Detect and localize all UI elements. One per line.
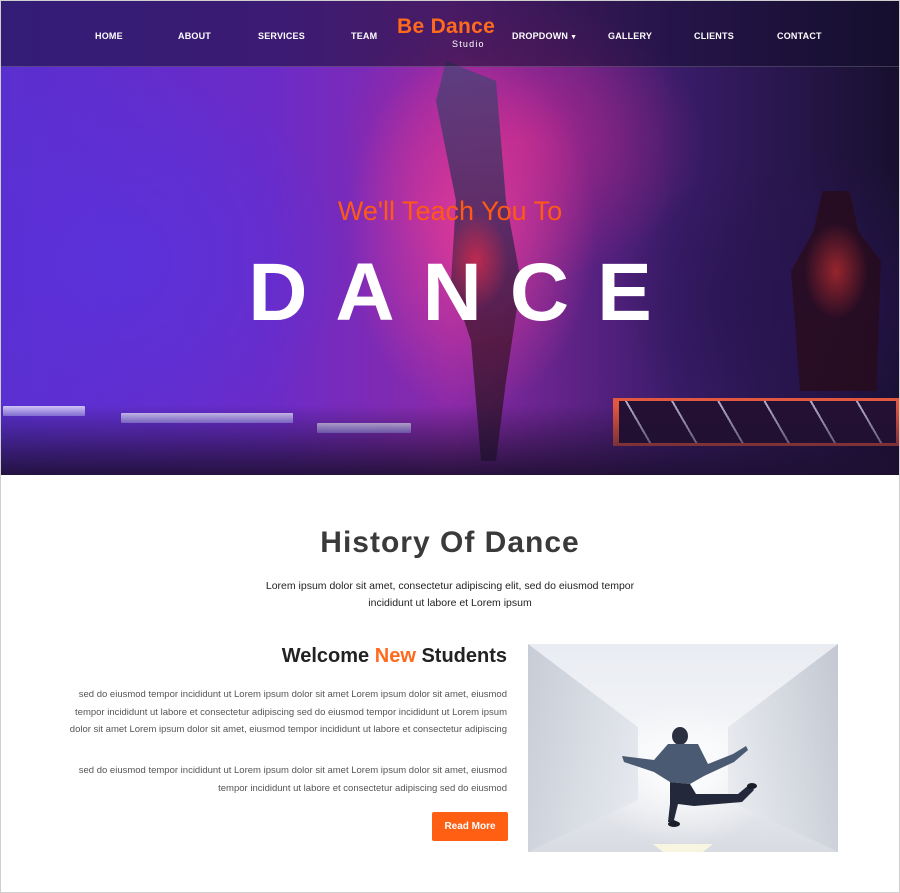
- hero-headline: DANCE: [248, 247, 680, 338]
- nav-home[interactable]: HOME: [95, 31, 123, 41]
- nav-contact[interactable]: CONTACT: [777, 31, 822, 41]
- nav-team[interactable]: TEAM: [351, 31, 377, 41]
- main-navbar: HOME ABOUT SERVICES TEAM Be Dance Studio…: [1, 1, 899, 67]
- nav-dropdown-label: DROPDOWN: [512, 31, 569, 41]
- hero-tagline: We'll Teach You To: [337, 196, 563, 226]
- welcome-paragraph: sed do eiusmod tempor incididunt ut Lore…: [69, 689, 507, 735]
- hero-banner: We'll Teach You To DANCE: [1, 1, 899, 475]
- nav-dropdown[interactable]: DROPDOWN ▼: [512, 31, 577, 41]
- section-intro: Lorem ipsum dolor sit amet, consectetur …: [265, 580, 635, 609]
- welcome-heading-accent: New: [374, 645, 416, 667]
- student-dancer-photo: [528, 644, 838, 852]
- chevron-down-icon: ▼: [570, 34, 578, 41]
- welcome-heading-post: Students: [421, 645, 507, 667]
- nav-services[interactable]: SERVICES: [258, 31, 305, 41]
- welcome-paragraph: sed do eiusmod tempor incididunt ut Lore…: [78, 765, 507, 794]
- welcome-heading: Welcome New Students: [201, 645, 507, 668]
- nav-gallery[interactable]: GALLERY: [608, 31, 652, 41]
- welcome-heading-pre: Welcome: [281, 645, 370, 667]
- logo-subtitle: Studio: [452, 39, 485, 49]
- read-more-button[interactable]: Read More: [432, 812, 508, 841]
- nav-clients[interactable]: CLIENTS: [694, 31, 734, 41]
- logo-title: Be Dance: [397, 15, 496, 38]
- stage-floor: [1, 405, 899, 475]
- dancer-figure: [622, 727, 757, 852]
- nav-about[interactable]: ABOUT: [178, 31, 211, 41]
- section-title: History Of Dance: [320, 526, 580, 559]
